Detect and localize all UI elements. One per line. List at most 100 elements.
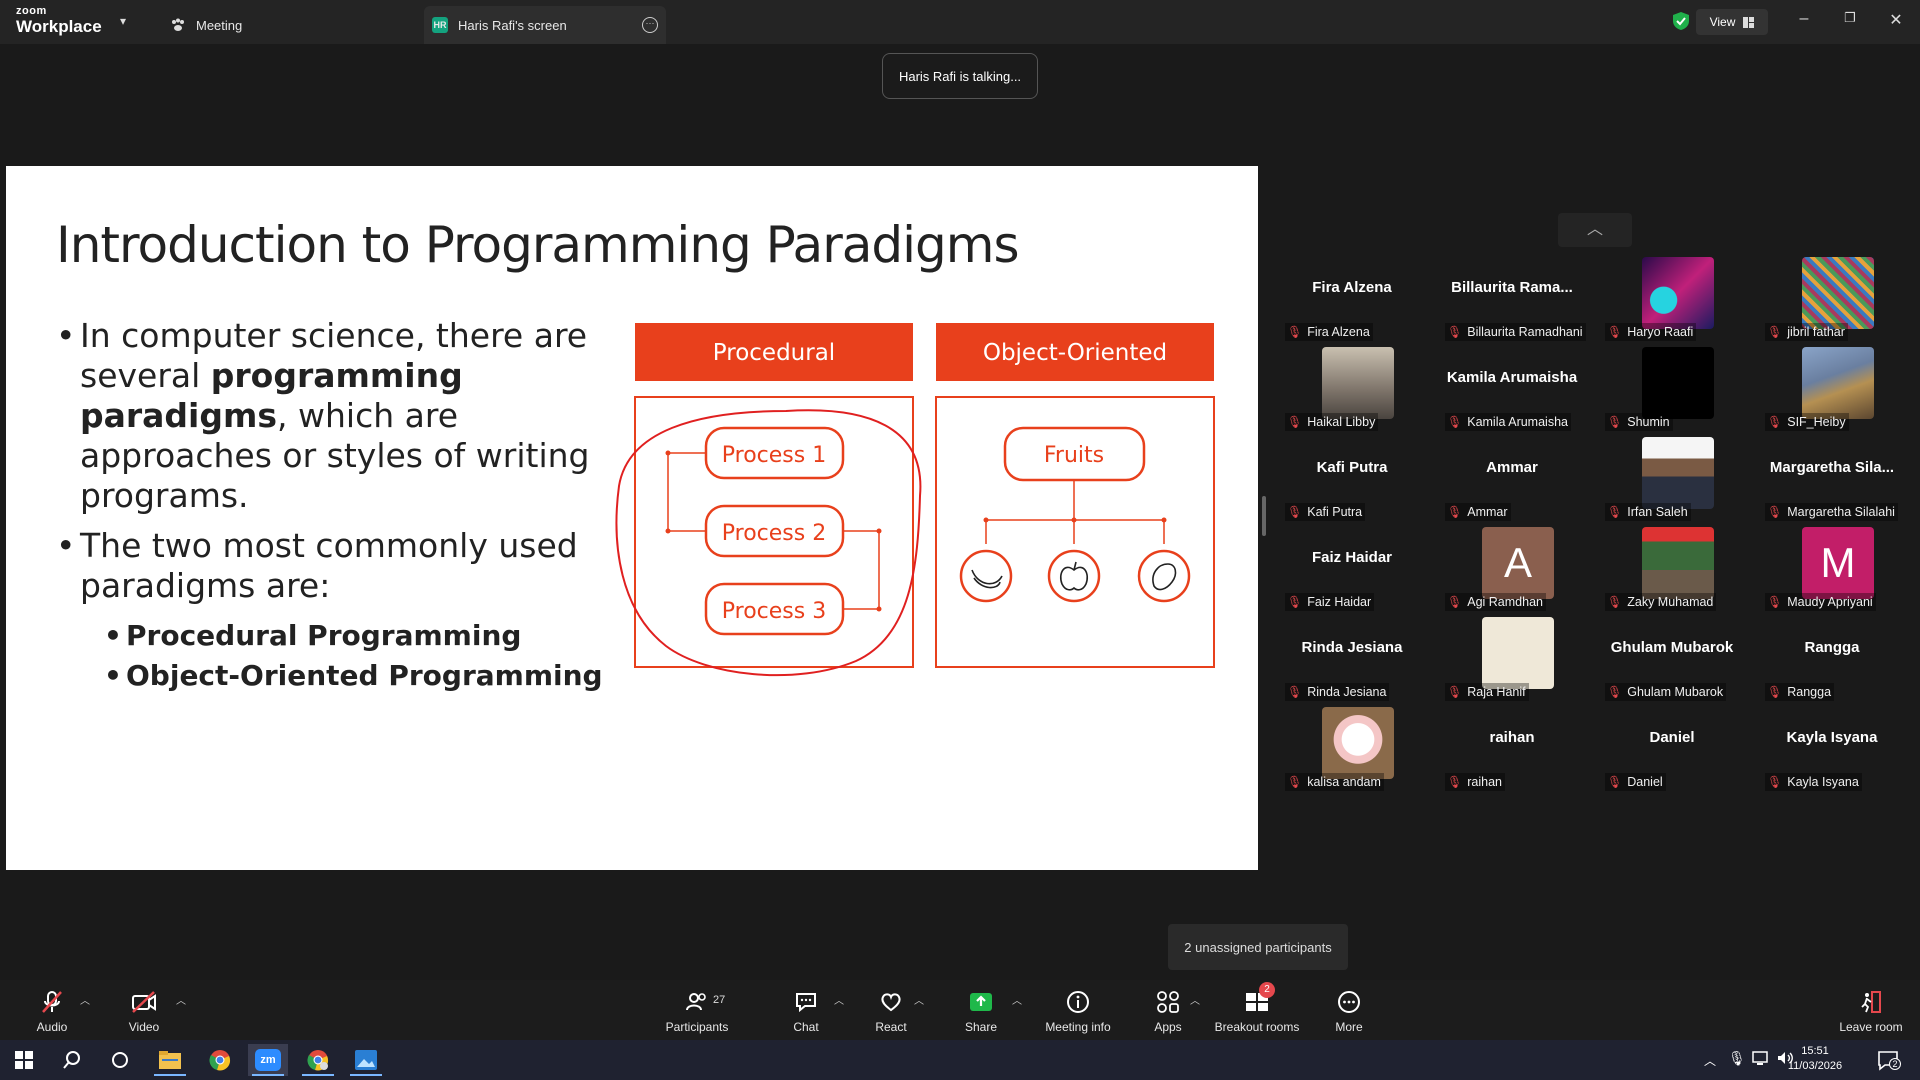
mic-muted-icon: 🎙	[1447, 325, 1463, 339]
participant-tile[interactable]: Kafi Putra 🎙 Kafi Putra	[1277, 437, 1427, 521]
participant-name-display: Kafi Putra	[1316, 459, 1388, 476]
participant-name-label: Rangga	[1787, 685, 1832, 699]
video-caret-icon[interactable]: ︿	[176, 992, 186, 1007]
scroll-up-button[interactable]: ︿	[1558, 213, 1632, 247]
view-button[interactable]: View	[1696, 9, 1768, 35]
minimize-icon[interactable]: –	[1794, 10, 1814, 28]
participant-tile[interactable]: Fira Alzena 🎙 Fira Alzena	[1277, 257, 1427, 341]
info-icon	[1067, 991, 1089, 1013]
video-off-icon	[132, 991, 156, 1013]
share-caret-icon[interactable]: ︿	[1012, 992, 1022, 1007]
unassigned-participants-tooltip: 2 unassigned participants	[1168, 924, 1348, 970]
chat-icon	[796, 993, 816, 1013]
participant-tile[interactable]: A 🎙 Agi Ramdhan	[1437, 527, 1587, 611]
react-button[interactable]: React	[872, 980, 910, 1040]
participant-name-display: Kayla Isyana	[1786, 729, 1878, 746]
zoom-workplace-logo[interactable]: zoom Workplace	[16, 6, 102, 36]
chrome-profile-icon[interactable]	[298, 1044, 338, 1076]
chat-caret-icon[interactable]: ︿	[834, 992, 844, 1007]
participant-video-thumbnail	[1802, 257, 1874, 329]
restore-icon[interactable]: ❐	[1840, 10, 1860, 26]
participant-tile[interactable]: Ammar 🎙 Ammar	[1437, 437, 1587, 521]
participant-name-tag: 🎙 SIF_Heiby	[1765, 413, 1849, 431]
meeting-info-button[interactable]: Meeting info	[1040, 980, 1116, 1040]
participant-tile[interactable]: 🎙 SIF_Heiby	[1757, 347, 1907, 431]
participant-video-thumbnail	[1802, 347, 1874, 419]
apps-button[interactable]: Apps	[1150, 980, 1186, 1040]
mic-muted-icon: 🎙	[1767, 775, 1783, 789]
video-label: Video	[128, 1020, 160, 1034]
participant-tile[interactable]: Faiz Haidar 🎙 Faiz Haidar	[1277, 527, 1427, 611]
participant-tile[interactable]: 🎙 Haryo Raafi	[1597, 257, 1747, 341]
participant-tile[interactable]: Rangga 🎙 Rangga	[1757, 617, 1907, 701]
windows-start-icon[interactable]	[4, 1044, 44, 1076]
share-button[interactable]: Share	[960, 980, 1002, 1040]
participant-video-thumbnail	[1642, 257, 1714, 329]
participant-name-label: kalisa andam	[1307, 775, 1381, 789]
audio-button[interactable]: Audio	[30, 980, 74, 1040]
participant-tile[interactable]: Rinda Jesiana 🎙 Rinda Jesiana	[1277, 617, 1427, 701]
tray-overflow-icon[interactable]: ︿	[1704, 1052, 1716, 1069]
participant-name-display: Kamila Arumaisha	[1446, 369, 1578, 386]
task-view-icon[interactable]	[100, 1044, 140, 1076]
participants-button[interactable]: Participants	[664, 980, 730, 1040]
leave-room-button[interactable]: Leave room	[1836, 980, 1906, 1040]
react-caret-icon[interactable]: ︿	[914, 992, 924, 1007]
participant-tile[interactable]: Billaurita Rama... 🎙 Billaurita Ramadhani	[1437, 257, 1587, 341]
participant-tile[interactable]: 🎙 Shumin	[1597, 347, 1747, 431]
participant-tile[interactable]: 🎙 Haikal Libby	[1277, 347, 1427, 431]
notification-center-icon[interactable]: 2	[1876, 1048, 1901, 1072]
photos-icon[interactable]	[346, 1044, 386, 1076]
close-icon[interactable]: ✕	[1886, 10, 1906, 30]
panel-resize-handle[interactable]	[1262, 496, 1266, 536]
video-button[interactable]: Video	[122, 980, 166, 1040]
participant-tile[interactable]: 🎙 kalisa andam	[1277, 707, 1427, 791]
system-clock[interactable]: 15:51 11/03/2026	[1780, 1044, 1850, 1074]
chat-label: Chat	[793, 1020, 819, 1034]
share-screen-icon	[970, 993, 992, 1011]
shared-screen-slide[interactable]: Introduction to Programming Paradigms • …	[6, 166, 1258, 870]
participant-tile[interactable]: M 🎙 Maudy Apriyani	[1757, 527, 1907, 611]
apple-icon	[1047, 549, 1101, 603]
chat-button[interactable]: Chat	[788, 980, 824, 1040]
more-button[interactable]: More	[1334, 980, 1364, 1040]
process-3-label: Process 3	[722, 599, 826, 624]
participant-tile[interactable]: Margaretha Sila... 🎙 Margaretha Silalahi	[1757, 437, 1907, 521]
shield-check-icon[interactable]	[1670, 10, 1692, 32]
participant-name-label: Irfan Saleh	[1627, 505, 1688, 519]
audio-label: Audio	[36, 1020, 68, 1034]
breakout-rooms-button[interactable]: 2 Breakout rooms	[1214, 980, 1300, 1040]
participant-tile[interactable]: Ghulam Mubarok 🎙 Ghulam Mubarok	[1597, 617, 1747, 701]
tab-meeting[interactable]: Meeting	[170, 6, 242, 44]
mic-muted-icon: 🎙	[1607, 505, 1623, 519]
participant-name-label: Zaky Muhamad	[1627, 595, 1714, 609]
participant-tile[interactable]: 🎙 jibril fathar	[1757, 257, 1907, 341]
participant-name-tag: 🎙 Faiz Haidar	[1285, 593, 1375, 611]
participant-name-display: Margaretha Sila...	[1769, 459, 1895, 476]
participant-tile[interactable]: 🎙 Zaky Muhamad	[1597, 527, 1747, 611]
microphone-icon[interactable]: 🎙	[1728, 1050, 1746, 1067]
search-icon[interactable]	[52, 1044, 92, 1076]
zoom-taskbar-icon[interactable]: zm	[248, 1044, 288, 1076]
brand-big: Workplace	[16, 17, 102, 36]
participant-video-thumbnail	[1642, 347, 1714, 419]
participant-tile[interactable]: raihan 🎙 raihan	[1437, 707, 1587, 791]
audio-caret-icon[interactable]: ︿	[80, 992, 90, 1007]
file-explorer-icon[interactable]	[150, 1044, 190, 1076]
more-options-icon[interactable]: ···	[642, 17, 658, 33]
participant-tile[interactable]: Kayla Isyana 🎙 Kayla Isyana	[1757, 707, 1907, 791]
participant-tile[interactable]: Kamila Arumaisha 🎙 Kamila Arumaisha	[1437, 347, 1587, 431]
more-icon	[1338, 991, 1360, 1013]
participant-name-tag: 🎙 Kafi Putra	[1285, 503, 1366, 521]
participant-name-label: Shumin	[1627, 415, 1670, 429]
apps-caret-icon[interactable]: ︿	[1190, 992, 1200, 1007]
participant-tile[interactable]: 🎙 Raja Hanif	[1437, 617, 1587, 701]
participant-tile[interactable]: 🎙 Irfan Saleh	[1597, 437, 1747, 521]
chevron-down-icon[interactable]: ▾	[120, 14, 126, 28]
chrome-icon[interactable]	[200, 1044, 240, 1076]
leave-icon	[1861, 991, 1881, 1013]
mic-muted-icon: 🎙	[1767, 415, 1783, 429]
tab-shared-screen[interactable]: HR Haris Rafi's screen ···	[424, 6, 666, 44]
network-icon[interactable]	[1752, 1050, 1770, 1071]
participant-tile[interactable]: Daniel 🎙 Daniel	[1597, 707, 1747, 791]
